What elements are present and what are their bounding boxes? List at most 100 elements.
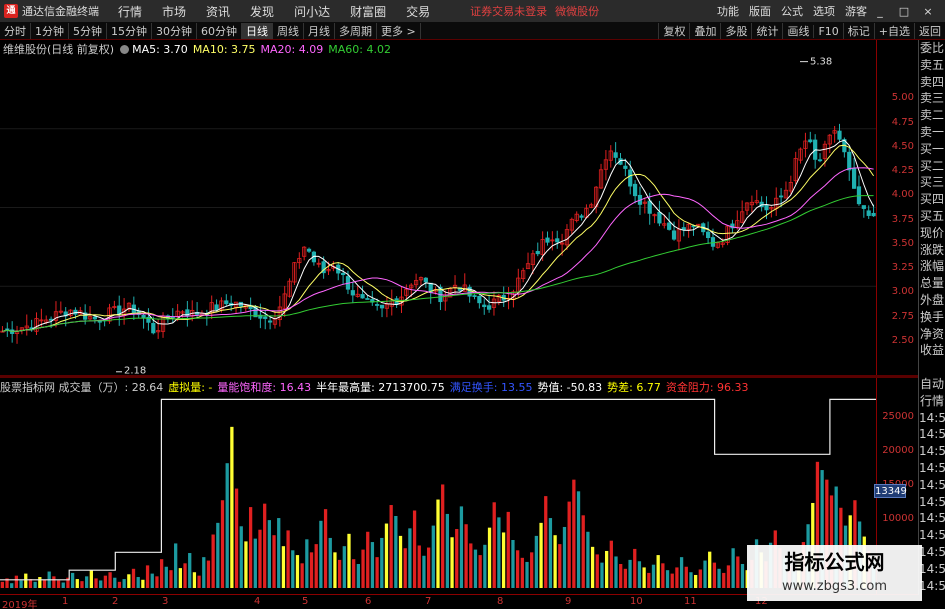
side-item-3[interactable]: 卖三	[919, 90, 945, 107]
side-item-4[interactable]: 卖二	[919, 107, 945, 124]
menu-item-6[interactable]: 交易	[406, 3, 430, 20]
date-tick-1: 1	[62, 596, 69, 607]
side-item-7[interactable]: 买二	[919, 158, 945, 175]
side-item-32[interactable]: 14:50	[919, 578, 945, 595]
menu-item-5[interactable]: 财富圈	[350, 3, 386, 20]
right-menu-item-3[interactable]: 选项	[813, 3, 835, 19]
maximize-icon[interactable]: □	[897, 5, 911, 18]
side-item-12[interactable]: 涨跌	[919, 242, 945, 259]
right-menu-item-0[interactable]: 功能	[717, 3, 739, 19]
period-tab-3[interactable]: 15分钟	[107, 22, 152, 39]
close-icon[interactable]: ×	[921, 5, 935, 18]
period-tab-10[interactable]: 更多 >	[377, 22, 421, 39]
menu-item-4[interactable]: 问小达	[294, 3, 330, 20]
login-notice[interactable]: 证券交易未登录	[470, 3, 547, 19]
volume-bar	[155, 576, 159, 588]
price-kline-chart[interactable]: 5.38 2.18	[0, 40, 876, 375]
right-menu-item-2[interactable]: 公式	[781, 3, 803, 19]
tool-button-3[interactable]: 统计	[751, 23, 782, 39]
period-tab-6[interactable]: 日线	[242, 22, 273, 39]
tool-button-2[interactable]: 多股	[720, 23, 751, 39]
volume-bar	[244, 541, 248, 588]
menu-item-1[interactable]: 市场	[162, 3, 186, 20]
side-item-18[interactable]: 收益	[919, 342, 945, 359]
side-item-10[interactable]: 买五	[919, 208, 945, 225]
side-item-15[interactable]: 外盘	[919, 292, 945, 309]
ma-legend: 维维股份(日线 前复权) MA5: 3.70 MA10: 3.75 MA20: 4.…	[0, 41, 396, 57]
side-item-13[interactable]: 涨幅	[919, 258, 945, 275]
side-item-21[interactable]: 行情	[919, 393, 945, 410]
side-item-27[interactable]: 14:50	[919, 494, 945, 511]
candle-body	[710, 237, 716, 247]
side-item-9[interactable]: 买四	[919, 191, 945, 208]
candle-body	[5, 328, 10, 331]
period-tab-8[interactable]: 月线	[304, 22, 335, 39]
tool-button-1[interactable]: 叠加	[689, 23, 720, 39]
volume-bar	[525, 561, 529, 588]
side-item-23[interactable]: 14:50	[919, 426, 945, 443]
side-item-2[interactable]: 卖四	[919, 74, 945, 91]
candle-body	[871, 212, 876, 217]
side-item-19[interactable]	[919, 359, 945, 376]
side-item-0[interactable]: 委比	[919, 40, 945, 57]
volume-bar	[548, 518, 553, 588]
broker-name[interactable]: 微微股份	[555, 3, 599, 19]
settings-dot-icon[interactable]	[120, 44, 130, 54]
right-menu: 功能 版面 公式 选项 游客 _ □ ×	[717, 0, 945, 22]
period-tab-2[interactable]: 5分钟	[69, 22, 107, 39]
price-tick-9: 2.75	[891, 310, 914, 322]
side-item-17[interactable]: 净资	[919, 326, 945, 343]
right-menu-item-1[interactable]: 版面	[749, 3, 771, 19]
indicator-legend-item-6: 势差: 6.77	[607, 381, 661, 394]
indicator-legend-item-0: 股票指标网 成交量（万）: 28.64	[0, 381, 164, 394]
side-item-29[interactable]: 14:50	[919, 527, 945, 544]
volume-bar	[436, 499, 440, 588]
minimize-icon[interactable]: _	[873, 5, 887, 18]
tool-button-5[interactable]: F10	[813, 24, 842, 38]
side-item-16[interactable]: 换手	[919, 309, 945, 326]
tool-button-0[interactable]: 复权	[658, 23, 689, 39]
date-tick-6: 6	[365, 596, 372, 607]
side-item-8[interactable]: 买三	[919, 174, 945, 191]
volume-bar	[248, 507, 253, 588]
tool-button-6[interactable]: 标记	[842, 23, 874, 39]
side-item-6[interactable]: 买一	[919, 141, 945, 158]
volume-bar	[600, 562, 604, 588]
tool-button-4[interactable]: 画线	[782, 23, 813, 39]
side-item-28[interactable]: 14:50	[919, 510, 945, 527]
menu-item-2[interactable]: 资讯	[206, 3, 230, 20]
side-item-14[interactable]: 总量	[919, 275, 945, 292]
volume-bar	[56, 580, 61, 588]
tool-button-7[interactable]: +自选	[873, 23, 914, 39]
tool-button-8[interactable]: 返回	[914, 23, 945, 39]
volume-bar	[113, 577, 117, 588]
side-item-31[interactable]: 14:50	[919, 561, 945, 578]
side-item-25[interactable]: 14:50	[919, 460, 945, 477]
indicator-legend-item-5: 势值: -50.83	[537, 381, 603, 394]
side-item-30[interactable]: 14:50	[919, 544, 945, 561]
period-tab-7[interactable]: 周线	[273, 22, 304, 39]
ma-legend-item-3: MA60: 4.02	[328, 42, 391, 56]
period-tab-4[interactable]: 30分钟	[152, 22, 197, 39]
side-item-5[interactable]: 卖一	[919, 124, 945, 141]
indicator-legend-item-2: 量能饱和度: 16.43	[217, 381, 312, 394]
period-tab-9[interactable]: 多周期	[335, 22, 377, 39]
side-item-11[interactable]: 现价	[919, 225, 945, 242]
candle-body	[375, 304, 380, 306]
volume-bar	[675, 567, 679, 588]
period-tab-1[interactable]: 1分钟	[31, 22, 69, 39]
period-tab-5[interactable]: 60分钟	[197, 22, 242, 39]
volume-bar	[698, 569, 702, 588]
period-tab-0[interactable]: 分时	[0, 22, 31, 39]
guest-user[interactable]: 游客	[845, 3, 867, 19]
volume-indicator-chart[interactable]	[0, 378, 876, 594]
candle-body	[623, 165, 628, 169]
side-item-26[interactable]: 14:50	[919, 477, 945, 494]
side-item-22[interactable]: 14:50	[919, 410, 945, 427]
menu-item-0[interactable]: 行情	[118, 3, 142, 20]
volume-bar	[94, 578, 98, 588]
side-item-1[interactable]: 卖五	[919, 57, 945, 74]
menu-item-3[interactable]: 发现	[250, 3, 274, 20]
side-item-20[interactable]: 自动	[919, 376, 945, 393]
side-item-24[interactable]: 14:50	[919, 443, 945, 460]
